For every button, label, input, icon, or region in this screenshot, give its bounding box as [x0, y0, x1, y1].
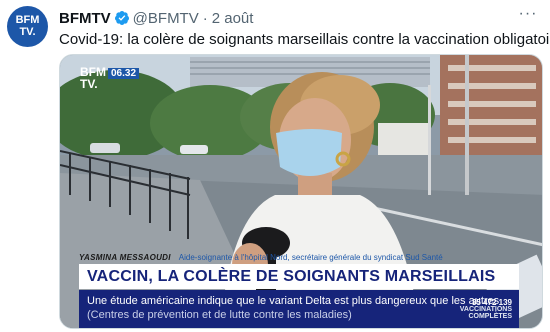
speaker-caption: YASMINA MESSAOUDI Aide-soignante à l'hôp… [79, 251, 443, 263]
headline-banner: VACCIN, LA COLÈRE DE SOIGNANTS MARSEILLA… [79, 264, 519, 289]
channel-logo-tv: TV. [80, 77, 98, 91]
more-options-icon[interactable]: ··· [518, 5, 538, 22]
tweet-text: Covid-19: la colère de soignants marseil… [59, 31, 550, 48]
ticker-text: Une étude américaine indique que le vari… [87, 295, 500, 307]
ticker-source: (Centres de prévention et de lutte contr… [87, 309, 352, 321]
vaccination-counter: 35 472 139 VACCINATIONS COMPLÈTES [459, 298, 512, 321]
counter-number: 35 472 139 [471, 298, 512, 307]
separator-dot: · [202, 9, 208, 27]
video-thumbnail[interactable]: BFM 06.32 TV. YASMINA MESSAOUDI Aide-soig… [59, 54, 543, 329]
tweet-date[interactable]: 2 août [212, 10, 254, 27]
channel-logo: BFM 06.32 TV. [80, 66, 140, 91]
news-ticker: Une étude américaine indique que le vari… [79, 290, 519, 328]
avatar-logo-line2: TV. [19, 26, 36, 38]
avatar[interactable]: BFM TV. [7, 6, 48, 47]
handle[interactable]: @BFMTV [133, 10, 199, 27]
display-name[interactable]: BFMTV [59, 10, 111, 27]
verified-badge-icon [114, 11, 129, 25]
speaker-role: Aide-soignante à l'hôpital Nord, secréta… [178, 252, 443, 262]
tweet-header: BFMTV @BFMTV · 2 août [59, 8, 253, 28]
tweet[interactable]: BFM TV. BFMTV @BFMTV · 2 août ··· Covid-… [0, 0, 550, 332]
counter-label-1: VACCINATIONS [459, 306, 512, 313]
avatar-logo-line1: BFM [15, 14, 40, 26]
clock: 06.32 [108, 68, 140, 79]
counter-label-2: COMPLÈTES [468, 313, 512, 320]
speaker-name: YASMINA MESSAOUDI [79, 252, 171, 262]
